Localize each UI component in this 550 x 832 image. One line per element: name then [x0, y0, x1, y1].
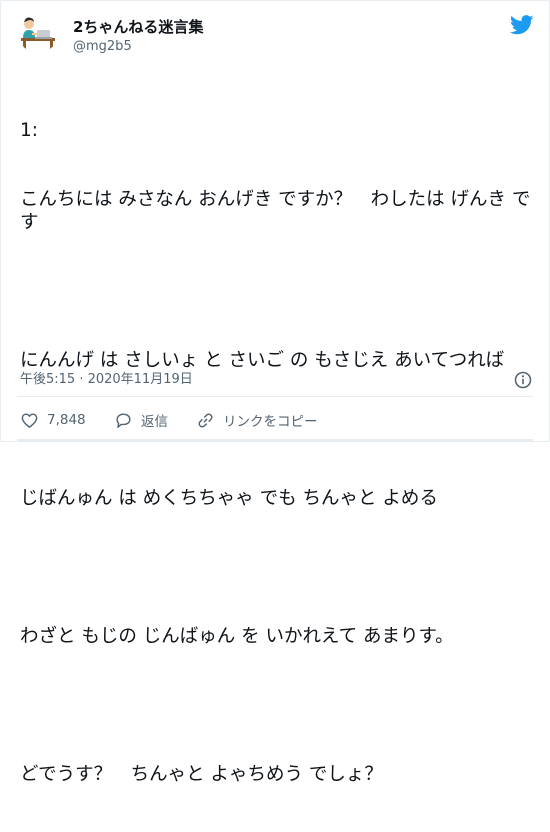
tweet-line: どでうす？ ちんゃと よゃちめう でしょ？ — [20, 764, 383, 785]
tweet-text: 1: こんちには みさなん おんげき ですか？ わしたは げんき です にんんげ… — [20, 73, 535, 832]
tweet-line: じばんゅん は めくちちゃゃ でも ちんゃと よめる — [20, 488, 438, 509]
tweet-actions: 7,848 返信 リンクをコピー — [20, 409, 540, 431]
tweet-card: 2ちゃんねる迷言集 @mg2b5 1: こんちには みさなん おんげき ですか？… — [0, 0, 550, 785]
copy-link-button[interactable]: リンクをコピー — [196, 409, 318, 431]
user-info[interactable]: 2ちゃんねる迷言集 @mg2b5 — [73, 17, 203, 56]
info-icon[interactable] — [514, 371, 532, 389]
tweet-line — [20, 556, 535, 579]
reply-label: 返信 — [141, 414, 168, 430]
heart-icon — [21, 412, 38, 428]
tweet-timestamp[interactable]: 午後5:15 · 2020年11月19日 — [20, 372, 193, 388]
divider — [17, 396, 533, 397]
twitter-bird-icon[interactable] — [510, 15, 534, 35]
tweet-line: わざと もじの じんばゅん を いかれえて あまりす。 — [20, 626, 454, 647]
tweet-line: にんんげ は さしいょ と さいご の もさじえ あいてつれば — [20, 350, 505, 371]
bottom-divider — [17, 439, 533, 441]
user-handle[interactable]: @mg2b5 — [73, 38, 203, 56]
copy-link-label: リンクをコピー — [223, 414, 318, 430]
display-name[interactable]: 2ちゃんねる迷言集 — [73, 17, 203, 37]
tweet-line — [20, 694, 535, 717]
link-icon — [198, 413, 213, 427]
tweet-line: 1: — [20, 120, 39, 141]
tweet-line — [20, 280, 535, 303]
tweet-header: 2ちゃんねる迷言集 @mg2b5 — [18, 13, 538, 57]
like-button[interactable]: 7,848 — [20, 409, 86, 431]
reply-icon — [116, 412, 131, 428]
like-count: 7,848 — [47, 412, 86, 428]
avatar[interactable] — [18, 13, 58, 53]
reply-button[interactable]: 返信 — [114, 409, 168, 431]
tweet-line: こんちには みさなん おんげき ですか？ わしたは げんき です — [20, 189, 531, 233]
